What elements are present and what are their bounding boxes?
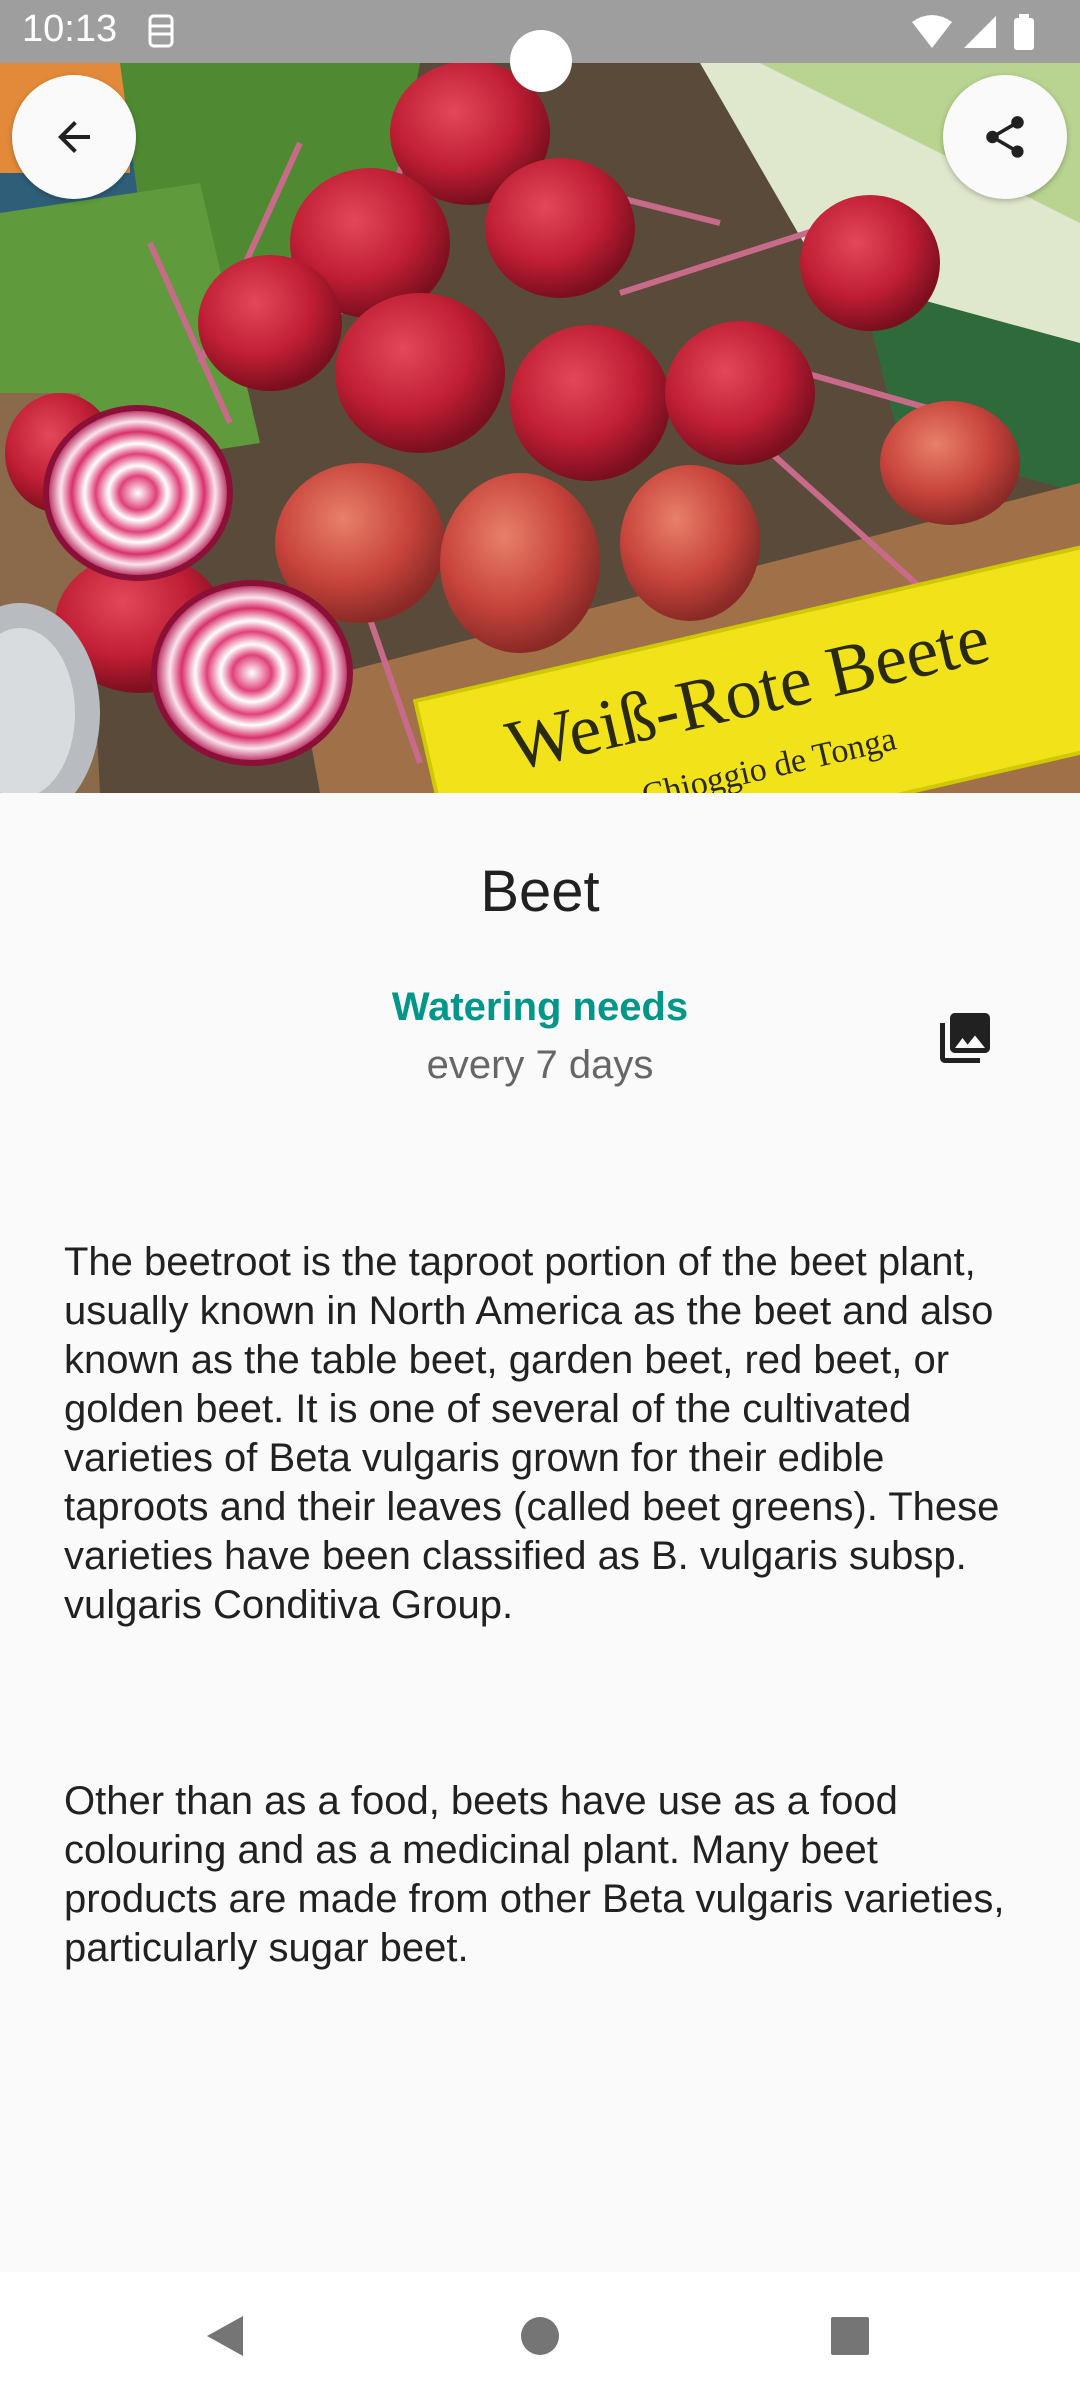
nav-home-icon: [521, 2317, 559, 2355]
status-icons: [912, 14, 1034, 50]
nav-recents-button[interactable]: [820, 2306, 880, 2366]
description-paragraph: The beetroot is the taproot portion of t…: [64, 1240, 1011, 1627]
watering-value: every 7 days: [426, 1043, 654, 1087]
description-paragraph: Other than as a food, beets have use as …: [64, 1779, 1016, 1970]
nav-back-icon: [207, 2316, 243, 2356]
watering-label: Watering needs: [391, 985, 689, 1029]
wifi-icon: [912, 15, 952, 48]
nav-home-button[interactable]: [510, 2306, 570, 2366]
system-navigation-bar: [0, 2272, 1080, 2400]
camera-cutout: [510, 30, 572, 92]
beet-photo: Weiß-Rote Beete Chioggio de Tonga: [0, 63, 1080, 793]
status-time: 10:13: [22, 8, 118, 50]
nav-back-button[interactable]: [195, 2306, 255, 2366]
battery-icon: [1014, 14, 1034, 50]
share-button[interactable]: [943, 75, 1067, 199]
back-button[interactable]: [12, 75, 136, 199]
arrow-back-icon: [58, 121, 90, 153]
photo-library-icon: [940, 1013, 990, 1063]
plant-detail-screen: 10:13 Weiß-Rote Beete Chioggio de Tonga …: [0, 0, 1080, 2400]
gallery-button[interactable]: [935, 1008, 995, 1068]
share-icon: [986, 116, 1024, 158]
nav-recents-icon: [831, 2317, 869, 2355]
plant-hero-image: Weiß-Rote Beete Chioggio de Tonga: [0, 63, 1080, 793]
signal-icon: [964, 16, 996, 48]
plant-description: The beetroot is the taproot portion of t…: [64, 1140, 1014, 2120]
plant-name: Beet: [480, 859, 600, 924]
notification-icon: [148, 14, 174, 48]
